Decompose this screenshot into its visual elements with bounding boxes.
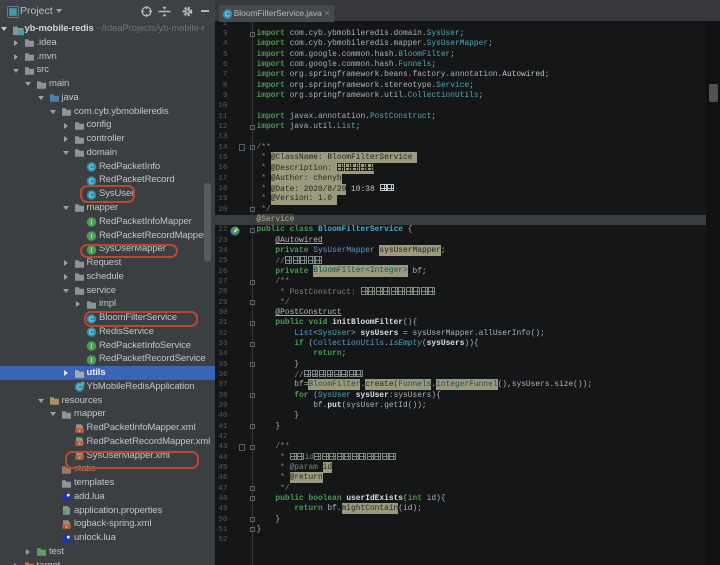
svg-text:C: C — [89, 163, 95, 172]
svg-text:I: I — [91, 355, 93, 364]
svg-text:I: I — [91, 342, 93, 351]
svg-text:I: I — [91, 218, 93, 227]
svg-text:I: I — [91, 232, 93, 241]
svg-text:C: C — [89, 328, 95, 337]
svg-text:C: C — [225, 9, 231, 18]
